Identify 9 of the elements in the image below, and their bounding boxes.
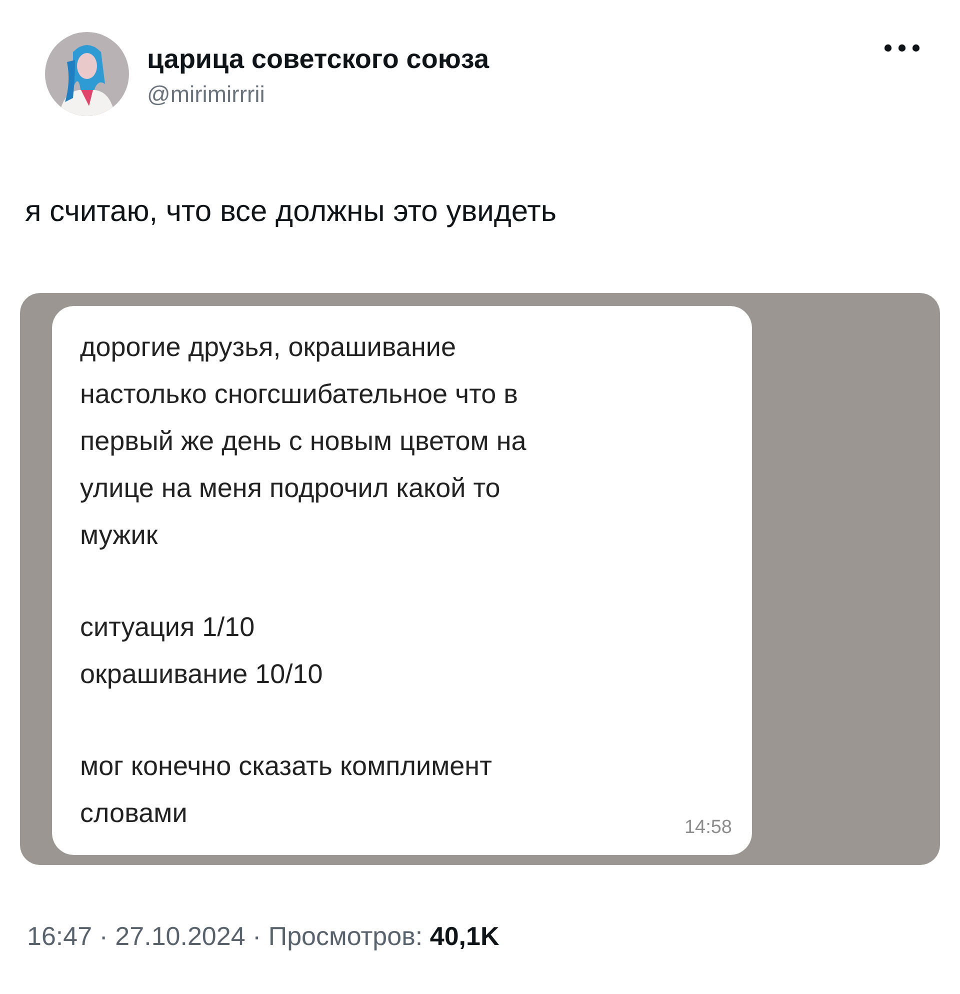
message-text: мог конечно сказать комплимент словами <box>80 750 492 830</box>
message-time: 14:58 <box>684 817 732 839</box>
author-handle[interactable]: @mirimirrrii <box>147 81 884 108</box>
more-icon[interactable] <box>884 44 920 52</box>
tweet-meta: 16:47 · 27.10.2024 · Просмотров: 40,1K <box>27 921 500 951</box>
message-text: дорогие друзья, окрашивание настолько сногсшибательное что в первый же день с новым цветом на улице на меня подрочил какой то мужик <box>80 331 526 552</box>
author-name[interactable]: царица советского союза <box>147 44 884 75</box>
message-text: ситуация 1/10 окрашивание 10/10 <box>80 611 323 691</box>
tweet-text: я считаю, что все должны это увидеть <box>25 195 556 229</box>
